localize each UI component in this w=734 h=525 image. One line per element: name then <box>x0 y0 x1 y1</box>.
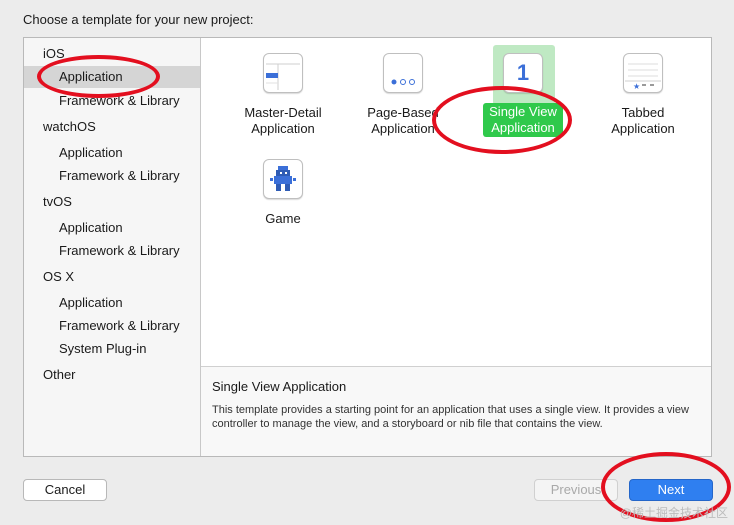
sidebar-item-osx-framework-library[interactable]: Framework & Library <box>59 318 180 333</box>
sidebar-item-ios-application[interactable]: Application <box>24 66 200 88</box>
template-game[interactable]: Game <box>228 159 338 227</box>
template-label: Application <box>251 121 315 136</box>
template-label: Game <box>265 211 301 226</box>
template-label: Tabbed <box>621 105 665 120</box>
single-view-icon-digit: 1 <box>516 60 530 85</box>
sidebar-item-tvos-application[interactable]: Application <box>59 220 123 235</box>
single-view-icon: 1 <box>503 53 543 93</box>
dialog-title: Choose a template for your new project: <box>23 12 254 27</box>
template-label: Application <box>611 121 675 136</box>
sidebar-group-other[interactable]: Other <box>43 367 76 382</box>
template-single-view[interactable]: 1 Single View Application <box>468 45 578 137</box>
master-detail-icon <box>263 53 303 93</box>
sidebar-item-ios-framework-library[interactable]: Framework & Library <box>59 93 180 108</box>
sidebar-item-tvos-framework-library[interactable]: Framework & Library <box>59 243 180 258</box>
tabbed-icon: ★ <box>623 53 663 93</box>
sidebar-item-watchos-framework-library[interactable]: Framework & Library <box>59 168 180 183</box>
template-label: Application <box>491 120 555 135</box>
template-label: Page-Based <box>367 105 439 120</box>
template-page-based[interactable]: Page-Based Application <box>348 53 458 137</box>
template-label: Application <box>371 121 435 136</box>
sidebar-item-watchos-application[interactable]: Application <box>59 145 123 160</box>
svg-text:★: ★ <box>633 82 640 91</box>
game-icon <box>263 159 303 199</box>
description-title: Single View Application <box>212 379 347 394</box>
template-description-pane: Single View Application This template pr… <box>201 366 711 456</box>
page-based-icon <box>383 53 423 93</box>
previous-button[interactable]: Previous <box>534 479 618 501</box>
sidebar-item-osx-system-plugin[interactable]: System Plug-in <box>59 341 146 356</box>
sidebar-group-tvos[interactable]: tvOS <box>43 194 72 209</box>
template-chooser-panel: iOS Application Framework & Library watc… <box>23 37 712 457</box>
template-grid: Master-Detail Application Page-Based Appli… <box>201 38 711 366</box>
watermark: @稀土掘金技术社区 <box>619 506 728 520</box>
cancel-button[interactable]: Cancel <box>23 479 107 501</box>
sidebar-group-ios[interactable]: iOS <box>43 46 65 61</box>
sidebar-group-watchos[interactable]: watchOS <box>43 119 96 134</box>
sidebar-group-osx[interactable]: OS X <box>43 269 74 284</box>
platform-sidebar: iOS Application Framework & Library watc… <box>24 38 201 456</box>
template-tabbed[interactable]: ★ Tabbed Application <box>588 53 698 137</box>
sidebar-item-osx-application[interactable]: Application <box>59 295 123 310</box>
next-button[interactable]: Next <box>629 479 713 501</box>
template-label: Master-Detail <box>244 105 322 120</box>
template-label: Single View <box>489 104 557 119</box>
template-master-detail[interactable]: Master-Detail Application <box>228 53 338 137</box>
description-text: This template provides a starting point … <box>212 404 689 430</box>
